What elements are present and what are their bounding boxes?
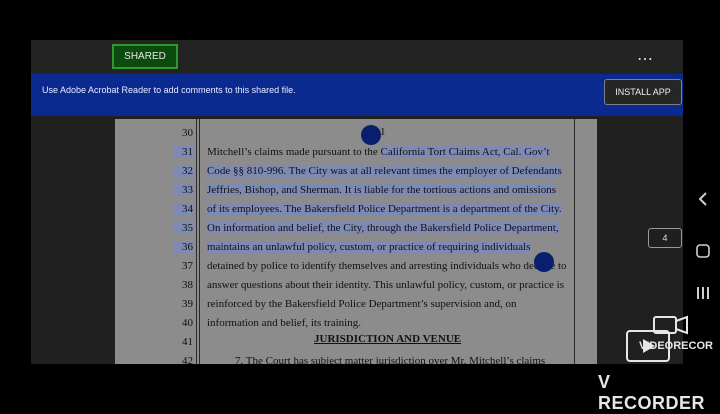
home-icon[interactable] <box>695 243 711 259</box>
section-heading: JURISDICTION AND VENUE <box>314 333 462 345</box>
text-segment: Mitchell’s claims made pursuant to the <box>207 146 381 158</box>
top-bar: SHARED ⋯ <box>31 40 683 74</box>
selected-text[interactable]: California Tort Claims Act, Cal. Gov’t <box>380 146 550 158</box>
line-number: 40 <box>182 317 193 329</box>
line-number: 33 <box>173 184 193 196</box>
line-number: 42 <box>182 355 193 364</box>
recorder-watermark: V RECORDER <box>598 372 706 413</box>
selection-start-handle[interactable] <box>361 125 381 145</box>
page-number-indicator[interactable]: 4 <box>648 228 682 248</box>
app-window: SHARED ⋯ Use Adobe Acrobat Reader to add… <box>31 40 683 364</box>
selected-text[interactable]: maintains an unlawful policy, custom, or… <box>207 241 531 253</box>
selected-text[interactable]: On information and belief, the City, thr… <box>207 222 559 234</box>
install-app-button[interactable]: INSTALL APP <box>604 79 682 105</box>
recents-icon[interactable] <box>695 285 711 301</box>
margin-rule <box>199 119 200 364</box>
selected-text[interactable]: of its employees. The Bakersfield Police… <box>207 203 562 215</box>
text-line: answer questions about their identity. T… <box>207 279 565 291</box>
line-number: 37 <box>182 260 193 272</box>
line-number: 41 <box>182 336 193 348</box>
document-page[interactable]: 30 31 32 33 34 35 36 37 38 39 40 41 42 1… <box>115 119 597 364</box>
line-number: 32 <box>173 165 193 177</box>
line-number: 38 <box>182 279 193 291</box>
line-number: 31 <box>173 146 193 158</box>
video-recorder-logo: VIDEORECORDER <box>625 315 720 365</box>
line-number: 34 <box>173 203 193 215</box>
margin-rule <box>196 119 197 364</box>
text-line: 7. The Court has subject matter jurisdic… <box>235 355 546 364</box>
selection-end-handle[interactable] <box>534 252 554 272</box>
recorder-logo-text: VIDEORECORDER <box>639 340 713 352</box>
back-icon[interactable] <box>695 190 711 208</box>
document-viewer[interactable]: 30 31 32 33 34 35 36 37 38 39 40 41 42 1… <box>31 116 683 364</box>
selected-text[interactable]: Jeffries, Bishop, and Sherman. It is lia… <box>207 184 556 196</box>
text-line: Mitchell’s claims made pursuant to the C… <box>207 146 550 158</box>
banner-message: Use Adobe Acrobat Reader to add comments… <box>42 85 296 95</box>
line-number: 36 <box>173 241 193 253</box>
selected-text[interactable]: Code §§ 810-996. The City was at all rel… <box>207 165 562 177</box>
line-number: 39 <box>182 298 193 310</box>
margin-rule <box>574 119 575 364</box>
more-options-icon[interactable]: ⋯ <box>637 49 654 69</box>
line-number: 35 <box>173 222 193 234</box>
install-banner: Use Adobe Acrobat Reader to add comments… <box>31 74 683 116</box>
text-line: reinforced by the Bakersfield Police Dep… <box>207 298 517 310</box>
text-line: information and belief, its training. <box>207 317 361 329</box>
text-line: detained by police to identify themselve… <box>207 260 567 272</box>
line-number: 30 <box>182 127 193 139</box>
shared-badge[interactable]: SHARED <box>112 44 178 69</box>
